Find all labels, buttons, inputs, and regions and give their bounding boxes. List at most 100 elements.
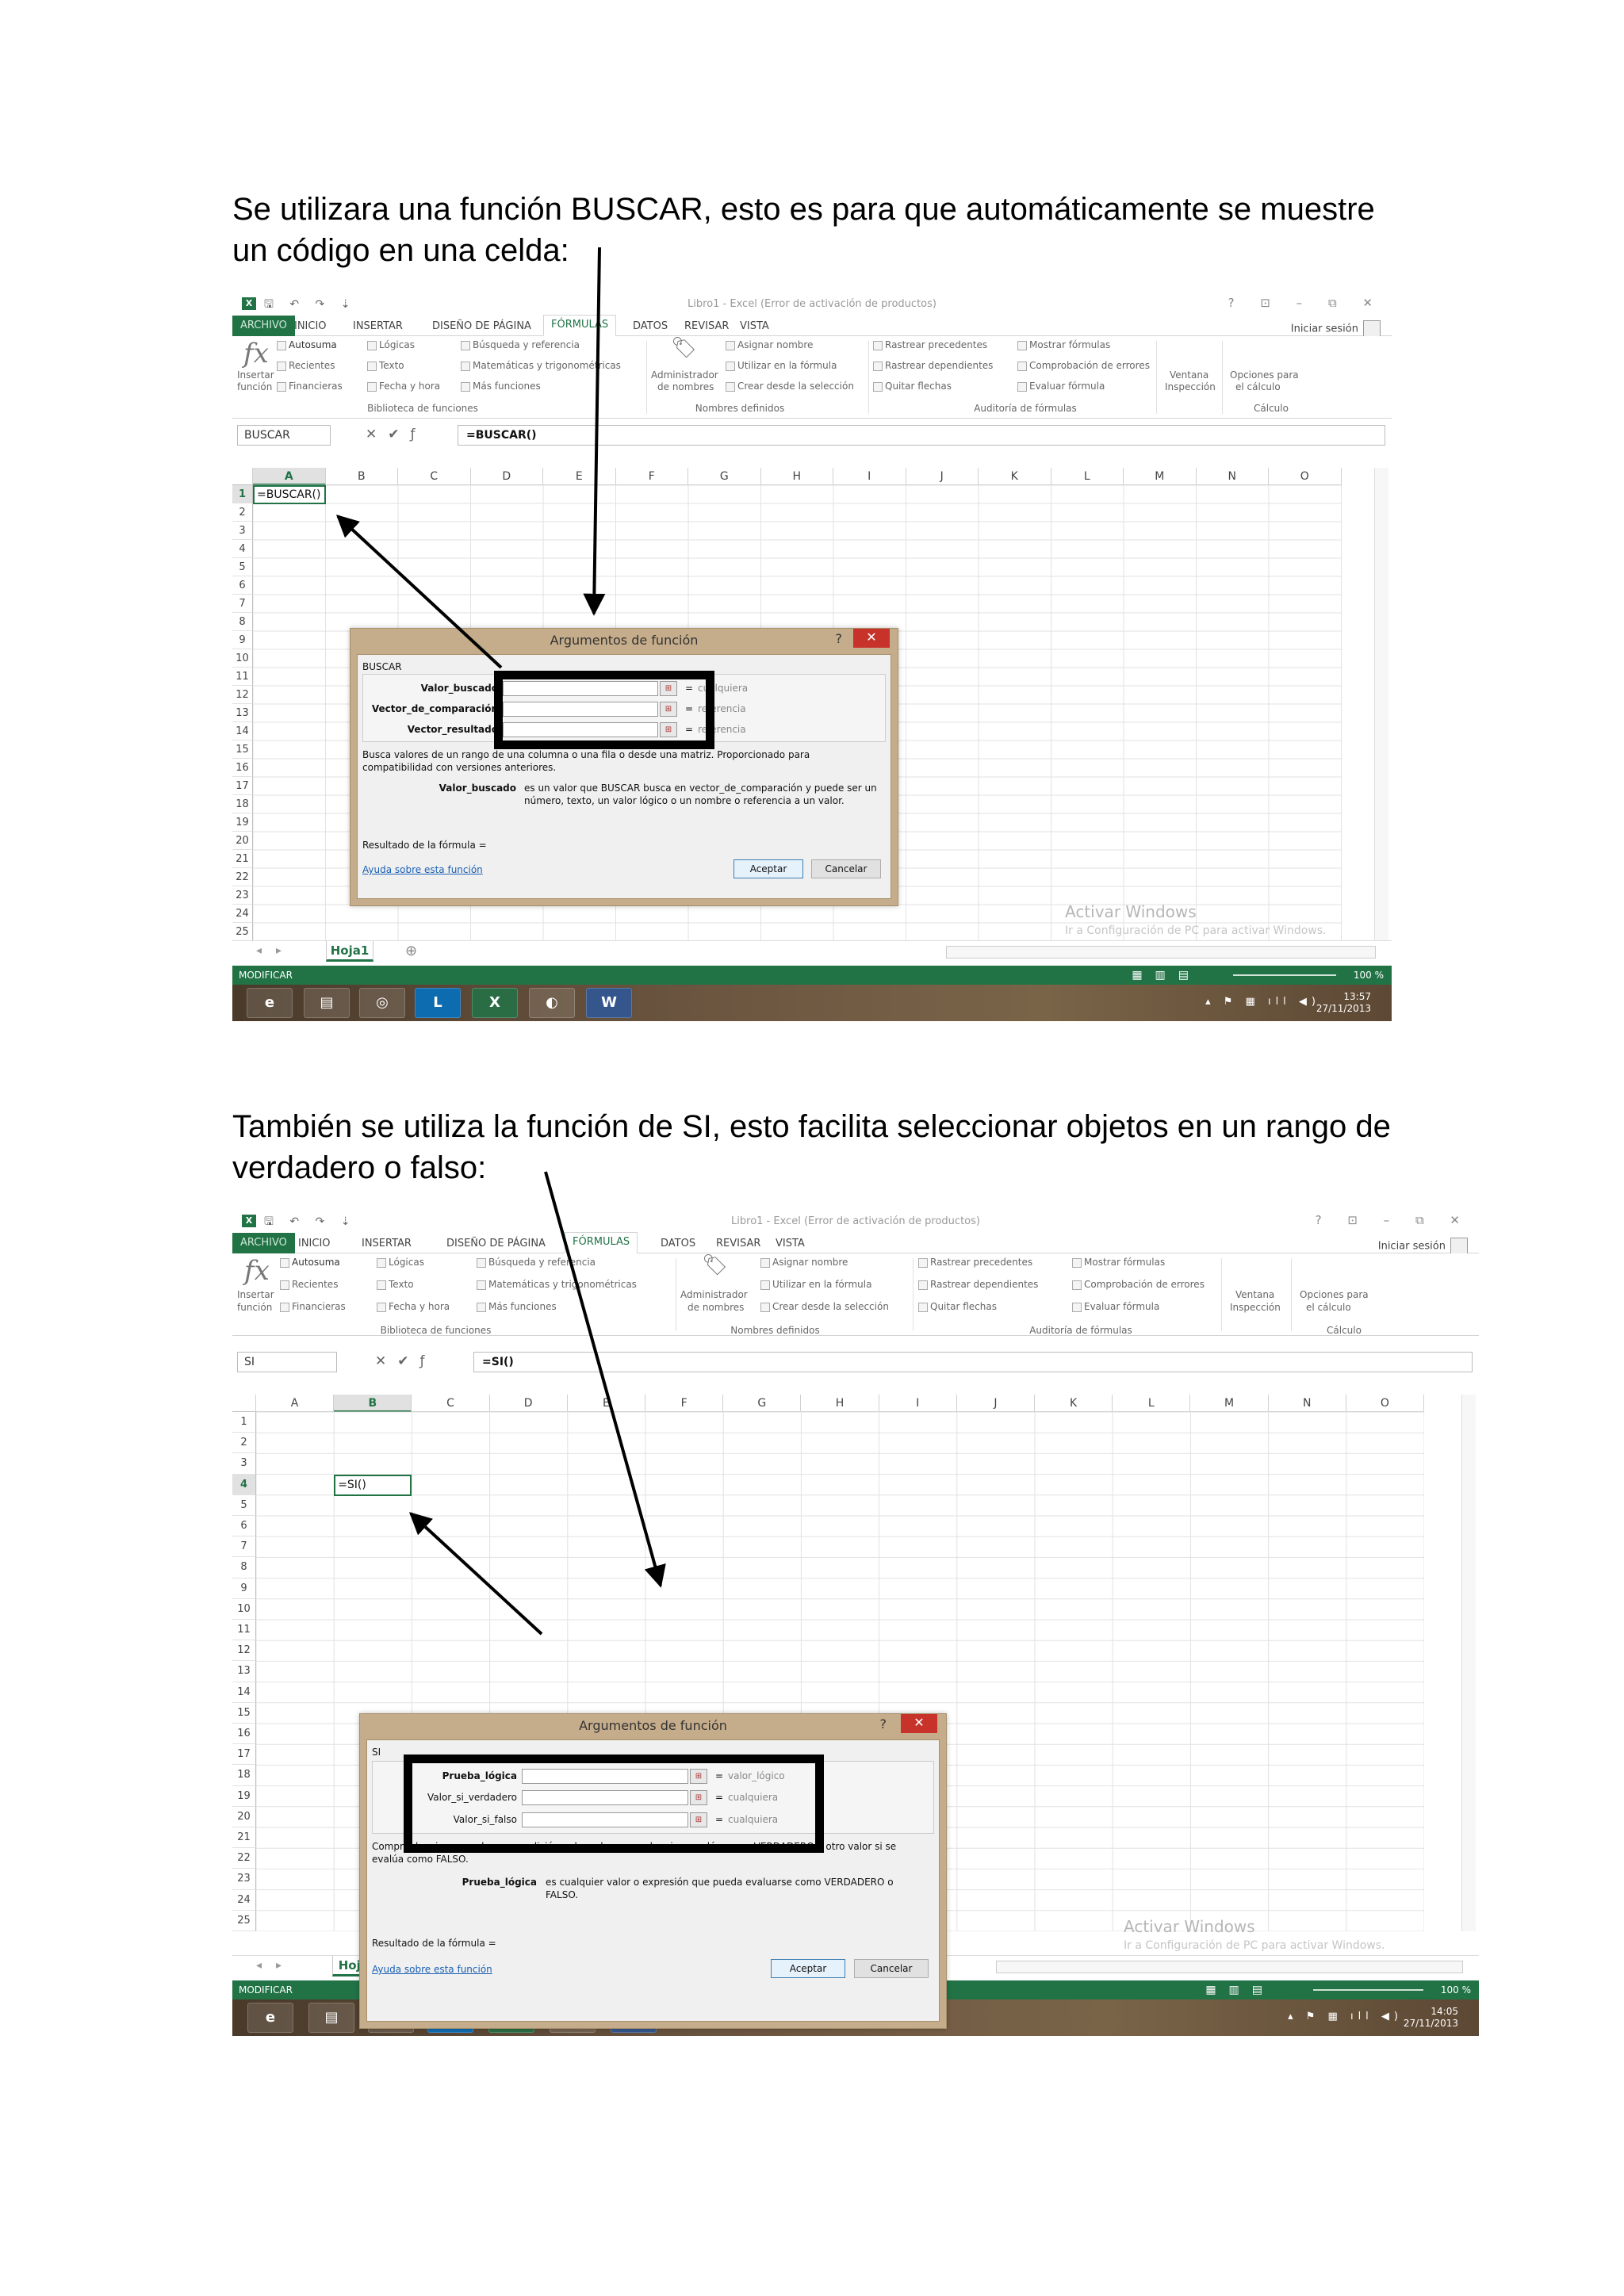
taskbar-excel-icon[interactable]: X bbox=[472, 988, 518, 1018]
row-header-16[interactable]: 16 bbox=[232, 1724, 256, 1745]
row-header-18[interactable]: 18 bbox=[232, 1765, 256, 1786]
row-header-3[interactable]: 3 bbox=[232, 522, 253, 540]
tab-inicio[interactable]: INICIO bbox=[294, 320, 327, 332]
signin-link[interactable]: Iniciar sesión bbox=[1378, 1238, 1468, 1255]
active-cell[interactable]: =SI() bbox=[334, 1474, 412, 1496]
define-name-button[interactable]: Asignar nombre bbox=[726, 339, 813, 350]
recent-button[interactable]: Recientes bbox=[280, 1279, 338, 1290]
row-header-25[interactable]: 25 bbox=[232, 1910, 256, 1931]
evaluate-formula-button[interactable]: Evaluar fórmula bbox=[1072, 1301, 1159, 1312]
function-arguments-dialog[interactable]: Argumentos de función? ✕ BUSCAR Valor_busca… bbox=[350, 628, 898, 906]
remove-arrows-button[interactable]: Quitar flechas bbox=[918, 1301, 997, 1312]
row-header-25[interactable]: 25 bbox=[232, 923, 253, 940]
help-link[interactable]: Ayuda sobre esta función bbox=[362, 864, 483, 875]
taskbar-file-explorer-icon[interactable]: ▤ bbox=[308, 2003, 354, 2033]
row-header-19[interactable]: 19 bbox=[232, 813, 253, 832]
row-header-18[interactable]: 18 bbox=[232, 795, 253, 813]
calc-options-label-1[interactable]: Opciones para bbox=[1230, 369, 1299, 381]
insert-function-icon[interactable]: fx bbox=[244, 1255, 270, 1287]
row-header-3[interactable]: 3 bbox=[232, 1453, 256, 1475]
system-tray-icons[interactable]: ▴ ⚑ ▦ ıll ◀) bbox=[1288, 2011, 1403, 2022]
cancel-button[interactable]: Cancelar bbox=[854, 1959, 929, 1978]
row-header-11[interactable]: 11 bbox=[232, 668, 253, 686]
row-header-20[interactable]: 20 bbox=[232, 1806, 256, 1827]
watch-window-label-2[interactable]: Inspección bbox=[1165, 381, 1216, 392]
window-controls[interactable]: ? ⊡ – ⧉ ✕ bbox=[1316, 1213, 1471, 1227]
row-header-17[interactable]: 17 bbox=[232, 1744, 256, 1766]
tab-archivo[interactable]: ARCHIVO bbox=[232, 316, 295, 336]
row-header-8[interactable]: 8 bbox=[232, 613, 253, 631]
create-from-selection-button[interactable]: Crear desde la selección bbox=[726, 381, 854, 392]
row-header-13[interactable]: 13 bbox=[232, 704, 253, 722]
trace-dependents-button[interactable]: Rastrear dependientes bbox=[918, 1279, 1038, 1290]
datetime-button[interactable]: Fecha y hora bbox=[377, 1301, 450, 1312]
tab-insertar[interactable]: INSERTAR bbox=[353, 320, 403, 332]
formula-input[interactable]: =BUSCAR() bbox=[458, 425, 1385, 446]
zoom-slider[interactable] bbox=[1313, 1989, 1423, 1991]
dialog-help-button[interactable]: ? bbox=[880, 1716, 887, 1732]
more-functions-button[interactable]: Más funciones bbox=[477, 1301, 557, 1312]
trace-precedents-button[interactable]: Rastrear precedentes bbox=[918, 1257, 1032, 1268]
row-header-23[interactable]: 23 bbox=[232, 886, 253, 905]
formula-bar-buttons[interactable]: ✕✔ƒ bbox=[366, 427, 426, 442]
name-box[interactable]: BUSCAR bbox=[237, 425, 331, 446]
sheet-nav-arrows[interactable]: ◂▸ bbox=[256, 944, 296, 957]
watch-window-label-1[interactable]: Ventana bbox=[1235, 1289, 1274, 1300]
tab-revisar[interactable]: REVISAR bbox=[684, 320, 729, 332]
logical-button[interactable]: Lógicas bbox=[367, 339, 415, 350]
row-header-6[interactable]: 6 bbox=[232, 1516, 256, 1537]
tab-vista[interactable]: VISTA bbox=[776, 1238, 805, 1249]
use-in-formula-button[interactable]: Utilizar en la fórmula bbox=[760, 1279, 871, 1290]
row-header-12[interactable]: 12 bbox=[232, 1640, 256, 1662]
horizontal-scrollbar[interactable] bbox=[996, 1961, 1463, 1973]
row-header-22[interactable]: 22 bbox=[232, 868, 253, 886]
lookup-button[interactable]: Búsqueda y referencia bbox=[461, 339, 580, 350]
tab-datos[interactable]: DATOS bbox=[633, 320, 668, 332]
tab-vista[interactable]: VISTA bbox=[740, 320, 769, 332]
financial-button[interactable]: Financieras bbox=[280, 1301, 346, 1312]
text-button[interactable]: Texto bbox=[367, 360, 404, 371]
row-header-23[interactable]: 23 bbox=[232, 1869, 256, 1890]
row-header-22[interactable]: 22 bbox=[232, 1848, 256, 1869]
taskbar-internet-explorer-icon[interactable]: e bbox=[247, 988, 293, 1018]
row-header-5[interactable]: 5 bbox=[232, 558, 253, 576]
name-box[interactable]: SI bbox=[237, 1352, 337, 1372]
dialog-close-button[interactable]: ✕ bbox=[853, 629, 890, 648]
create-from-selection-button[interactable]: Crear desde la selección bbox=[760, 1301, 889, 1312]
row-header-1[interactable]: 1 bbox=[232, 485, 253, 503]
zoom-level[interactable]: 100 % bbox=[1354, 966, 1384, 985]
zoom-level[interactable]: 100 % bbox=[1441, 1980, 1471, 1999]
row-header-4[interactable]: 4 bbox=[232, 1474, 256, 1495]
error-checking-button[interactable]: Comprobación de errores bbox=[1017, 360, 1150, 371]
row-header-20[interactable]: 20 bbox=[232, 832, 253, 850]
autosum-button[interactable]: Autosuma bbox=[280, 1257, 340, 1268]
system-tray-icons[interactable]: ▴ ⚑ ▦ ıll ◀) bbox=[1205, 996, 1320, 1008]
row-header-19[interactable]: 19 bbox=[232, 1785, 256, 1807]
zoom-slider[interactable] bbox=[1233, 974, 1336, 976]
autosum-button[interactable]: Autosuma bbox=[277, 339, 337, 350]
row-header-1[interactable]: 1 bbox=[232, 1412, 256, 1433]
row-header-8[interactable]: 8 bbox=[232, 1557, 256, 1578]
tab-diseno-pagina[interactable]: DISEÑO DE PÁGINA bbox=[446, 1238, 546, 1249]
taskbar-chrome-icon[interactable]: ◎ bbox=[359, 988, 405, 1018]
row-header-24[interactable]: 24 bbox=[232, 1889, 256, 1911]
row-header-14[interactable]: 14 bbox=[232, 722, 253, 740]
taskbar-word-icon[interactable]: W bbox=[586, 988, 632, 1018]
error-checking-button[interactable]: Comprobación de errores bbox=[1072, 1279, 1205, 1290]
row-header-15[interactable]: 15 bbox=[232, 1702, 256, 1724]
ok-button[interactable]: Aceptar bbox=[733, 859, 803, 878]
datetime-button[interactable]: Fecha y hora bbox=[367, 381, 440, 392]
active-cell[interactable]: =BUSCAR() bbox=[253, 485, 326, 504]
taskbar-file-explorer-icon[interactable]: ▤ bbox=[304, 988, 350, 1018]
row-header-16[interactable]: 16 bbox=[232, 759, 253, 777]
row-header-21[interactable]: 21 bbox=[232, 1827, 256, 1849]
cancel-button[interactable]: Cancelar bbox=[811, 859, 881, 878]
vertical-scrollbar[interactable] bbox=[1461, 1395, 1476, 1931]
taskbar-clock[interactable]: 13:57 27/11/2013 bbox=[1316, 991, 1371, 1015]
row-header-10[interactable]: 10 bbox=[232, 649, 253, 668]
tab-formulas[interactable]: FÓRMULAS bbox=[565, 1232, 638, 1253]
more-functions-button[interactable]: Más funciones bbox=[461, 381, 541, 392]
row-header-2[interactable]: 2 bbox=[232, 1433, 256, 1454]
row-header-11[interactable]: 11 bbox=[232, 1620, 256, 1641]
tab-diseno-pagina[interactable]: DISEÑO DE PÁGINA bbox=[432, 320, 531, 332]
